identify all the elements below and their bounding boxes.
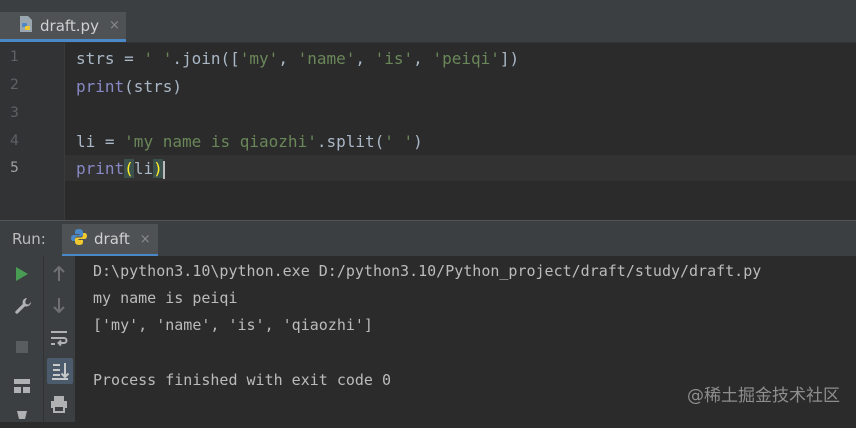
tab-label: draft.py xyxy=(40,16,99,35)
line-number: 1 xyxy=(10,49,19,65)
line-number: 4 xyxy=(10,133,19,149)
wrench-icon[interactable] xyxy=(13,296,33,320)
soft-wrap-icon[interactable] xyxy=(50,329,68,351)
pin-icon[interactable] xyxy=(15,409,29,428)
run-toolbar-secondary xyxy=(44,256,76,422)
close-icon[interactable]: × xyxy=(140,232,151,247)
line-number: 3 xyxy=(10,105,19,121)
run-toolbar-primary xyxy=(0,256,44,422)
console-line: Process finished with exit code 0 xyxy=(93,371,392,389)
code-line-5: print(li) xyxy=(76,159,165,179)
run-panel-header: Run: draft × xyxy=(0,220,856,257)
code-line-1: strs = ' '.join(['my', 'name', 'is', 'pe… xyxy=(76,49,520,68)
code-line-2: print(strs) xyxy=(76,77,182,96)
editor-tab-bar: draft.py × xyxy=(0,0,856,43)
run-panel-title: Run: xyxy=(12,230,46,248)
line-number: 2 xyxy=(10,77,19,93)
python-file-icon xyxy=(18,15,34,37)
stop-icon[interactable] xyxy=(15,339,29,358)
code-line-4: li = 'my name is qiaozhi'.split(' ') xyxy=(76,132,423,151)
run-icon[interactable] xyxy=(14,265,30,287)
console-line: D:\python3.10\python.exe D:/python3.10/P… xyxy=(93,262,762,280)
current-line-highlight xyxy=(65,155,856,181)
scroll-to-end-icon[interactable] xyxy=(47,358,73,384)
watermark: @稀土掘金技术社区 xyxy=(687,386,840,406)
console-line: ['my', 'name', 'is', 'qiaozhi'] xyxy=(93,316,373,334)
close-icon[interactable]: × xyxy=(109,18,120,33)
gutter-separator xyxy=(64,43,65,220)
line-number-current: 5 xyxy=(10,160,19,176)
run-tab-draft[interactable]: draft × xyxy=(62,224,158,257)
layout-icon[interactable] xyxy=(13,378,31,398)
text-caret xyxy=(162,160,165,179)
python-icon xyxy=(70,228,88,250)
console-line: my name is peiqi xyxy=(93,289,238,307)
code-editor[interactable]: 1 2 3 4 5 strs = ' '.join(['my', 'name',… xyxy=(0,43,856,220)
tab-draft-py[interactable]: draft.py × xyxy=(0,12,126,42)
arrow-up-icon[interactable] xyxy=(51,265,67,287)
print-icon[interactable] xyxy=(50,395,68,417)
line-number-gutter: 1 2 3 4 5 xyxy=(0,43,64,220)
arrow-down-icon[interactable] xyxy=(51,296,67,318)
run-tab-label: draft xyxy=(94,230,130,248)
